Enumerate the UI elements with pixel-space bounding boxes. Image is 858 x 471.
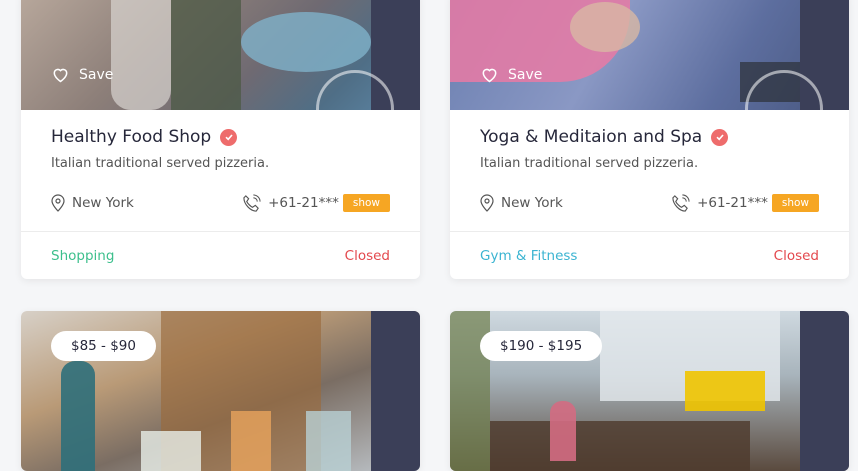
category-link[interactable]: Gym & Fitness	[480, 248, 577, 264]
phone-number: +61-21***	[697, 195, 768, 211]
location-label: New York	[72, 195, 134, 211]
listing-card[interactable]: $85 - $90	[21, 311, 420, 471]
category-link[interactable]: Shopping	[51, 248, 114, 264]
phone-icon	[672, 193, 690, 212]
location-label: New York	[501, 195, 563, 211]
save-label: Save	[79, 66, 114, 83]
verified-icon	[220, 128, 238, 146]
listing-image[interactable]: $190 - $195	[450, 311, 849, 471]
listing-title-row: Healthy Food Shop	[51, 124, 390, 150]
price-range-badge: $85 - $90	[51, 331, 156, 361]
listing-card[interactable]: Save Healthy Food Shop Italian tradition…	[21, 0, 420, 279]
map-pin-icon	[480, 194, 494, 212]
listing-image[interactable]: $85 - $90	[21, 311, 420, 471]
image-overlay-strip	[800, 311, 849, 471]
show-phone-button[interactable]: show	[342, 194, 390, 212]
listing-title[interactable]: Yoga & Meditaion and Spa	[480, 127, 702, 147]
save-button[interactable]: Save	[51, 66, 113, 83]
heart-icon	[53, 68, 68, 83]
verified-icon	[711, 128, 729, 146]
price-range-badge: $190 - $195	[480, 331, 603, 361]
map-pin-icon	[51, 194, 65, 212]
image-overlay-strip	[371, 311, 420, 471]
phone: +61-21*** show	[671, 193, 819, 213]
save-button[interactable]: Save	[480, 66, 542, 83]
show-phone-button[interactable]: show	[771, 194, 819, 212]
listing-title[interactable]: Healthy Food Shop	[51, 127, 211, 147]
heart-icon	[482, 68, 497, 83]
status-label: Closed	[344, 247, 390, 264]
location: New York	[480, 194, 563, 212]
listing-image[interactable]: Save	[450, 0, 849, 110]
listing-description: Italian traditional served pizzeria.	[51, 156, 270, 171]
listing-card[interactable]: Save Yoga & Meditaion and Spa Italian tr…	[450, 0, 849, 279]
phone-number: +61-21***	[268, 195, 339, 211]
status-label: Closed	[773, 247, 819, 264]
location: New York	[51, 194, 134, 212]
save-label: Save	[508, 66, 543, 83]
listing-title-row: Yoga & Meditaion and Spa	[480, 124, 819, 150]
listing-card[interactable]: $190 - $195	[450, 311, 849, 471]
listing-description: Italian traditional served pizzeria.	[480, 156, 699, 171]
phone: +61-21*** show	[242, 193, 390, 213]
listing-image[interactable]: Save	[21, 0, 420, 110]
phone-icon	[243, 193, 261, 212]
